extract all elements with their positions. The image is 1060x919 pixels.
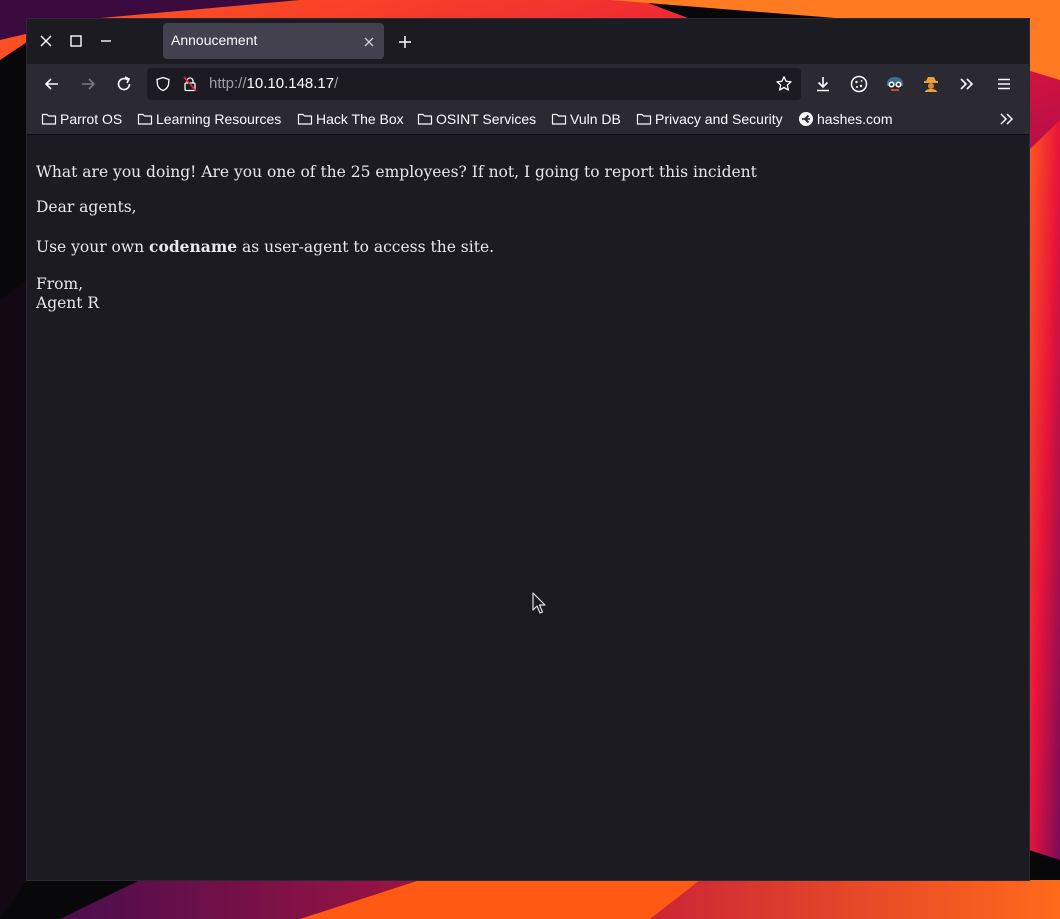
tab-strip: Annoucement (27, 19, 1029, 64)
user-agent-switcher-button[interactable] (921, 74, 941, 94)
foxyproxy-extension-button[interactable] (885, 74, 905, 94)
instruction-paragraph: Use your own codename as user-agent to a… (36, 237, 494, 257)
chevron-double-right-icon (1000, 113, 1014, 125)
instruction-codename: codename (149, 237, 238, 256)
minimize-icon (101, 40, 111, 42)
chevron-double-right-icon (960, 78, 974, 90)
plus-icon (399, 36, 411, 48)
tab-title: Annoucement (171, 32, 258, 48)
app-menu-button[interactable] (994, 74, 1014, 94)
bookmark-label: Parrot OS (60, 111, 123, 127)
close-window-button[interactable] (37, 32, 55, 50)
hashes-site-icon (799, 112, 813, 126)
bookmark-label: OSINT Services (436, 111, 537, 127)
menu-icon (998, 78, 1010, 90)
bookmark-star-icon[interactable] (775, 75, 793, 93)
url-text: http://10.10.148.17/ (209, 75, 338, 92)
folder-icon (297, 113, 313, 125)
cookie-icon (850, 75, 868, 93)
signature-text: Agent R (36, 294, 100, 312)
instruction-text-after: as user-agent to access the site. (237, 238, 495, 256)
folder-icon (137, 113, 153, 125)
folder-icon (41, 113, 57, 125)
foxyproxy-icon (887, 77, 903, 91)
tab-close-button[interactable] (362, 34, 376, 48)
reload-icon (117, 76, 131, 91)
insecure-lock-icon (183, 76, 197, 92)
tab-annoucement[interactable]: Annoucement (163, 23, 384, 59)
bookmark-label: Learning Resources (156, 111, 282, 127)
back-button[interactable] (42, 74, 62, 94)
mouse-pointer-icon (532, 592, 546, 614)
minimize-window-button[interactable] (97, 32, 115, 50)
greeting-text: Dear agents, (36, 198, 137, 216)
instruction-text-before: Use your own (36, 238, 150, 256)
bookmark-folder-learning-resources[interactable]: Learning Resources (137, 110, 281, 128)
user-agent-switcher-icon (924, 77, 938, 92)
url-scheme: http:// (209, 75, 247, 92)
browser-window: Annoucement http://10.10.148.17/ Parrot … (27, 19, 1029, 880)
close-icon (40, 35, 52, 47)
warning-text: What are you doing! Are you one of the 2… (36, 163, 757, 181)
navigation-toolbar: http://10.10.148.17/ (27, 64, 1029, 104)
bookmark-folder-osint-services[interactable]: OSINT Services (417, 110, 536, 128)
url-path: / (334, 75, 339, 92)
bookmark-folder-privacy-and-security[interactable]: Privacy and Security (636, 110, 783, 128)
shield-icon (156, 76, 170, 92)
bookmarks-toolbar: Parrot OS Learning Resources Hack The Bo… (27, 104, 1029, 135)
bookmark-hashes-com[interactable]: hashes.com (798, 110, 892, 128)
bookmark-label: hashes.com (817, 111, 893, 127)
extensions-overflow-button[interactable] (957, 74, 977, 94)
bookmarks-overflow-button[interactable] (997, 109, 1017, 129)
new-tab-button[interactable] (397, 34, 413, 50)
bookmark-label: Vuln DB (570, 111, 621, 127)
maximize-icon (70, 35, 82, 47)
bookmark-folder-hack-the-box[interactable]: Hack The Box (297, 110, 404, 128)
bookmark-folder-vuln-db[interactable]: Vuln DB (551, 110, 621, 128)
bookmark-label: Privacy and Security (655, 111, 783, 127)
downloads-button[interactable] (813, 74, 833, 94)
url-host: 10.10.148.17 (246, 75, 335, 92)
download-icon (817, 77, 829, 92)
bookmark-folder-parrot-os[interactable]: Parrot OS (41, 110, 122, 128)
signoff-text: From, (36, 275, 84, 293)
url-bar[interactable]: http://10.10.148.17/ (147, 68, 801, 100)
cookie-extension-button[interactable] (849, 74, 869, 94)
bookmark-label: Hack The Box (316, 111, 404, 127)
arrow-left-icon (44, 78, 58, 90)
folder-icon (636, 113, 652, 125)
page-content: What are you doing! Are you one of the 2… (27, 136, 1029, 880)
folder-icon (551, 113, 567, 125)
reload-button[interactable] (114, 74, 134, 94)
close-icon (364, 37, 374, 47)
folder-icon (417, 113, 433, 125)
arrow-right-icon (82, 78, 96, 90)
maximize-window-button[interactable] (67, 32, 85, 50)
forward-button[interactable] (78, 74, 98, 94)
